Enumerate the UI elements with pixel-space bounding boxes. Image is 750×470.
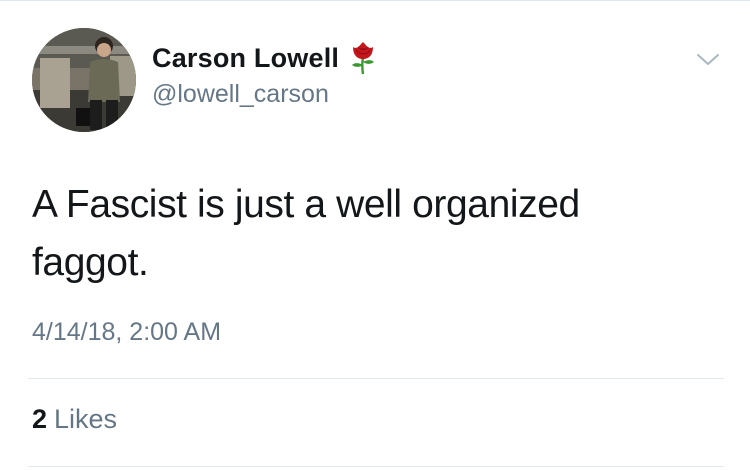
tweet-text: A Fascist is just a well organized faggo…	[32, 183, 580, 284]
divider	[28, 378, 724, 379]
divider-bottom	[28, 466, 724, 467]
avatar[interactable]	[32, 28, 136, 132]
rose-icon	[347, 41, 379, 75]
chevron-down-icon[interactable]	[694, 50, 722, 70]
tweet-header: Carson Lowell @lowell_carson	[32, 28, 722, 133]
likes-stat[interactable]: 2 Likes	[32, 404, 117, 435]
display-name-row: Carson Lowell	[152, 40, 379, 76]
top-border	[0, 0, 750, 1]
display-name[interactable]: Carson Lowell	[152, 43, 339, 74]
user-handle[interactable]: @lowell_carson	[152, 80, 379, 109]
tweet-timestamp[interactable]: 4/14/18, 2:00 AM	[32, 318, 221, 347]
likes-label: Likes	[54, 404, 118, 434]
likes-count: 2	[32, 404, 48, 434]
user-names: Carson Lowell @lowell_carson	[152, 40, 379, 109]
